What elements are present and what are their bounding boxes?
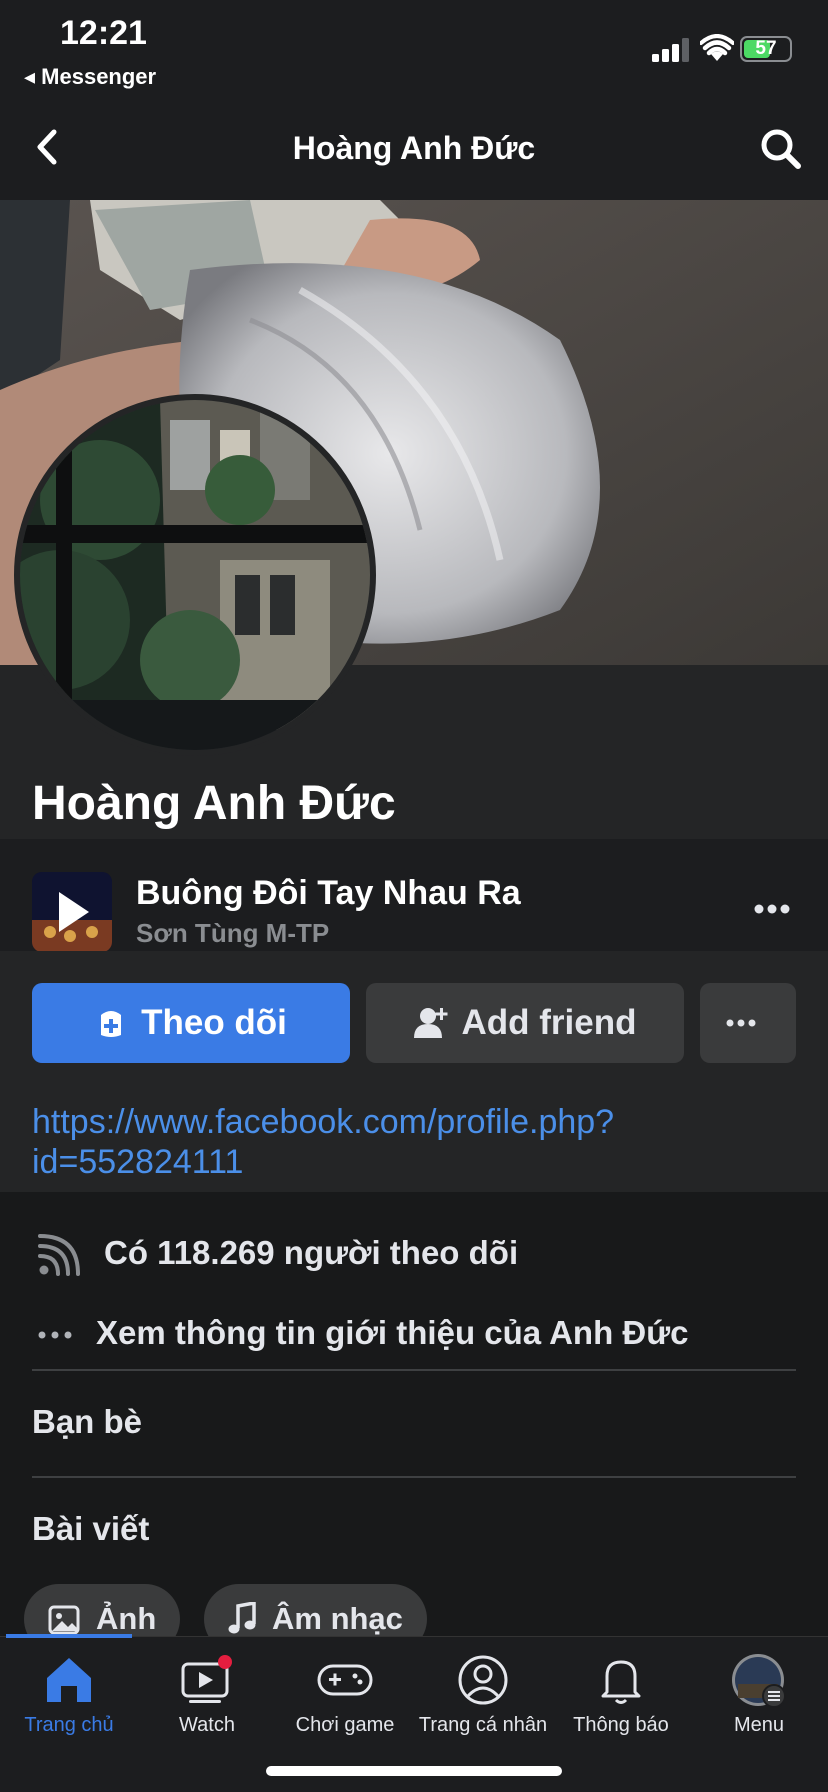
song-title[interactable]: Buông Đôi Tay Nhau Ra — [136, 874, 521, 913]
add-friend-icon — [413, 1008, 447, 1038]
active-tab-indicator — [6, 1634, 132, 1638]
follow-icon — [101, 1011, 122, 1037]
tab-notifications-label: Thông báo — [573, 1714, 669, 1736]
profile-name: Hoàng Anh Đức — [32, 777, 396, 830]
search-icon[interactable] — [758, 126, 802, 170]
play-icon[interactable] — [32, 872, 112, 952]
follow-button-label: Theo dõi — [141, 1003, 287, 1042]
about-link[interactable]: Xem thông tin giới thiệu của Anh Đức — [96, 1314, 688, 1352]
top-nav-bar: Hoàng Anh Đức — [0, 96, 828, 200]
page-title: Hoàng Anh Đức — [292, 130, 536, 166]
home-icon — [47, 1658, 91, 1702]
tab-home[interactable]: Trang chủ — [0, 1644, 138, 1744]
tab-watch-label: Watch — [179, 1714, 235, 1736]
status-time: 12:21 — [60, 14, 147, 52]
followers-row[interactable]: Có 118.269 người theo dõi — [0, 1224, 828, 1284]
rss-icon — [38, 1234, 80, 1276]
wifi-icon — [700, 34, 734, 61]
watch-icon — [181, 1655, 232, 1703]
signal-icon — [652, 38, 689, 62]
followers-count: Có 118.269 người theo dõi — [104, 1234, 519, 1271]
tab-gaming-label: Chơi game — [295, 1714, 395, 1736]
friends-section-title[interactable]: Bạn bè — [32, 1403, 142, 1441]
profile-url-line2[interactable]: id=552824111 — [32, 1143, 243, 1181]
status-bar: 12:21 ◂ Messenger 57 — [0, 0, 828, 96]
tab-home-label: Trang chủ — [24, 1714, 114, 1736]
tab-gaming[interactable]: Chơi game — [276, 1644, 414, 1744]
add-friend-button[interactable]: Add friend — [366, 983, 684, 1063]
more-icon — [726, 1019, 756, 1027]
home-indicator — [266, 1766, 562, 1776]
divider — [32, 1369, 796, 1371]
profile-avatar[interactable] — [14, 394, 376, 756]
more-icon[interactable] — [754, 902, 790, 916]
bell-icon — [601, 1660, 641, 1704]
profile-icon — [458, 1655, 508, 1705]
music-note-icon — [228, 1602, 256, 1634]
tab-notifications[interactable]: Thông báo — [552, 1644, 690, 1744]
chevron-left-icon[interactable] — [30, 124, 66, 170]
tab-menu-label: Menu — [733, 1714, 785, 1736]
divider — [32, 1476, 796, 1478]
photos-chip-label: Ảnh — [96, 1601, 157, 1636]
tab-profile[interactable]: Trang cá nhân — [414, 1644, 552, 1744]
photo-icon — [48, 1605, 80, 1635]
tab-watch[interactable]: Watch — [138, 1644, 276, 1744]
battery-percent: 57 — [755, 38, 777, 59]
back-to-messenger-link[interactable]: ◂ Messenger — [24, 64, 156, 90]
follow-button[interactable]: Theo dõi — [32, 983, 350, 1063]
tab-profile-label: Trang cá nhân — [418, 1714, 548, 1736]
song-artist[interactable]: Sơn Tùng M-TP — [136, 918, 329, 949]
menu-avatar-icon — [732, 1654, 786, 1708]
more-actions-button[interactable] — [700, 983, 796, 1063]
about-row[interactable]: Xem thông tin giới thiệu của Anh Đức — [0, 1304, 828, 1364]
profile-url-line1[interactable]: https://www.facebook.com/profile.php? — [32, 1103, 614, 1141]
avatar-image — [20, 400, 370, 750]
album-art[interactable] — [32, 872, 112, 952]
add-friend-button-label: Add friend — [461, 1003, 637, 1042]
profile-url-link[interactable]: https://www.facebook.com/profile.php? id… — [32, 1102, 792, 1182]
posts-section-title: Bài viết — [32, 1510, 150, 1547]
gaming-icon — [317, 1664, 373, 1696]
tab-menu[interactable]: Menu — [690, 1644, 828, 1744]
dots-icon — [38, 1331, 72, 1339]
battery-indicator: 57 — [740, 36, 792, 62]
music-chip-label: Âm nhạc — [272, 1601, 403, 1636]
